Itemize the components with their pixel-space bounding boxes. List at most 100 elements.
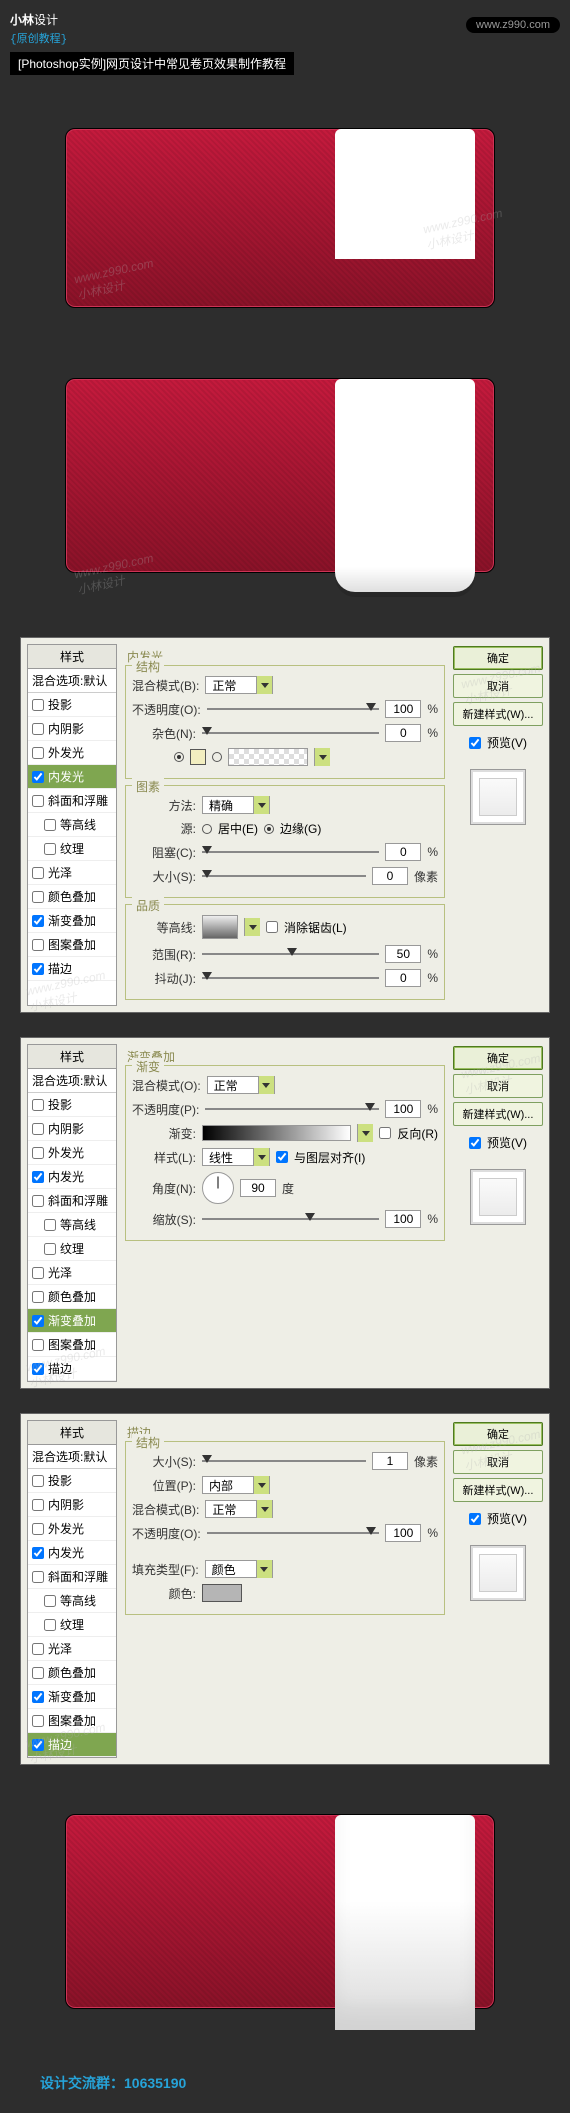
panel-title: 描边 (123, 1420, 447, 1441)
style-inner-shadow[interactable]: 内阴影 (28, 717, 116, 741)
antialias-checkbox[interactable] (266, 921, 278, 933)
size-slider[interactable] (202, 869, 366, 883)
blend-mode-dropdown[interactable]: 正常 (205, 1500, 273, 1518)
source-edge-radio[interactable] (264, 824, 274, 834)
layer-style-dialog-gradient-overlay: 样式 混合选项:默认 投影 内阴影 外发光 内发光 斜面和浮雕 等高线 纹理 光… (20, 1037, 550, 1389)
cancel-button[interactable]: 取消 (453, 1450, 543, 1474)
angle-input[interactable]: 90 (240, 1179, 276, 1197)
range-input[interactable]: 50 (385, 945, 421, 963)
range-slider[interactable] (202, 947, 379, 961)
logo-thin: 设计 (34, 13, 58, 27)
chevron-down-icon[interactable] (253, 1148, 269, 1166)
stroke-color-swatch[interactable] (202, 1584, 242, 1602)
panel-title: 渐变叠加 (123, 1044, 447, 1065)
style-contour[interactable]: 等高线 (28, 813, 116, 837)
style-gradient-overlay[interactable]: 渐变叠加 (28, 909, 116, 933)
choke-slider[interactable] (202, 845, 379, 859)
style-pattern-overlay[interactable]: 图案叠加 (28, 933, 116, 957)
chevron-down-icon[interactable] (357, 1124, 373, 1142)
ok-button[interactable]: 确定 (453, 646, 543, 670)
styles-list: 样式 混合选项:默认 投影 内阴影 外发光 内发光 斜面和浮雕 等高线 纹理 光… (27, 1420, 117, 1758)
ok-button[interactable]: 确定 (453, 1046, 543, 1070)
cancel-button[interactable]: 取消 (453, 674, 543, 698)
chevron-down-icon[interactable] (256, 1560, 272, 1578)
style-drop-shadow[interactable]: 投影 (28, 693, 116, 717)
preview-stage-1: www.z990.com小林设计 www.z990.com小林设计 (35, 103, 535, 333)
footer-text: 设计交流群：10635190 (40, 2075, 186, 2091)
chevron-down-icon[interactable] (256, 676, 272, 694)
technique-dropdown[interactable]: 精确 (202, 796, 270, 814)
gradient-radio[interactable] (212, 752, 222, 762)
new-style-button[interactable]: 新建样式(W)... (453, 1102, 543, 1126)
preview-checkbox[interactable] (469, 1513, 481, 1525)
ok-button[interactable]: 确定 (453, 1422, 543, 1446)
style-dropdown[interactable]: 线性 (202, 1148, 270, 1166)
preview-stage-3 (35, 1789, 535, 2039)
color-radio[interactable] (174, 752, 184, 762)
style-color-overlay[interactable]: 颜色叠加 (28, 885, 116, 909)
color-swatch[interactable] (190, 749, 206, 765)
scale-input[interactable]: 100 (385, 1210, 421, 1228)
preview-swatch (470, 1545, 526, 1601)
jitter-slider[interactable] (202, 971, 379, 985)
size-slider[interactable] (202, 1454, 366, 1468)
header: 小林设计 {原创教程} www.z990.com (0, 0, 570, 50)
chevron-down-icon[interactable] (253, 796, 269, 814)
logo-sub: {原创教程} (10, 30, 67, 46)
url-pill: www.z990.com (466, 17, 560, 33)
layer-style-dialog-inner-glow: 样式 混合选项:默认 投影 内阴影 外发光 内发光 斜面和浮雕 等高线 纹理 光… (20, 637, 550, 1013)
style-outer-glow[interactable]: 外发光 (28, 741, 116, 765)
reverse-checkbox[interactable] (379, 1127, 391, 1139)
page-title: [Photoshop实例]网页设计中常见卷页效果制作教程 (10, 52, 294, 75)
style-satin[interactable]: 光泽 (28, 861, 116, 885)
style-bevel[interactable]: 斜面和浮雕 (28, 789, 116, 813)
style-inner-glow[interactable]: 内发光 (28, 765, 116, 789)
preview-checkbox[interactable] (469, 1137, 481, 1149)
blend-options[interactable]: 混合选项:默认 (28, 669, 116, 693)
choke-input[interactable]: 0 (385, 843, 421, 861)
styles-title: 样式 (28, 645, 116, 669)
size-input[interactable]: 0 (372, 867, 408, 885)
opacity-input[interactable]: 100 (385, 700, 421, 718)
size-input[interactable]: 1 (372, 1452, 408, 1470)
logo-main: 小林 (10, 13, 34, 27)
position-dropdown[interactable]: 内部 (202, 1476, 270, 1494)
preview-checkbox[interactable] (469, 737, 481, 749)
noise-slider[interactable] (202, 726, 379, 740)
opacity-input[interactable]: 100 (385, 1524, 421, 1542)
new-style-button[interactable]: 新建样式(W)... (453, 1478, 543, 1502)
scale-slider[interactable] (202, 1212, 379, 1226)
layer-style-dialog-stroke: 样式 混合选项:默认 投影 内阴影 外发光 内发光 斜面和浮雕 等高线 纹理 光… (20, 1413, 550, 1765)
gradient-picker[interactable] (202, 1125, 351, 1141)
chevron-down-icon[interactable] (244, 918, 260, 936)
fill-type-dropdown[interactable]: 颜色 (205, 1560, 273, 1578)
opacity-slider[interactable] (207, 702, 380, 716)
chevron-down-icon[interactable] (314, 748, 330, 766)
cancel-button[interactable]: 取消 (453, 1074, 543, 1098)
opacity-input[interactable]: 100 (385, 1100, 421, 1118)
panel-title: 内发光 (123, 644, 447, 665)
opacity-slider[interactable] (205, 1102, 379, 1116)
noise-input[interactable]: 0 (385, 724, 421, 742)
style-stroke[interactable]: 描边 (28, 957, 116, 981)
preview-swatch (470, 769, 526, 825)
align-checkbox[interactable] (276, 1151, 288, 1163)
blend-mode-dropdown[interactable]: 正常 (207, 1076, 275, 1094)
styles-list: 样式 混合选项:默认 投影 内阴影 外发光 内发光 斜面和浮雕 等高线 纹理 光… (27, 1044, 117, 1382)
source-center-radio[interactable] (202, 824, 212, 834)
blend-mode-dropdown[interactable]: 正常 (205, 676, 273, 694)
styles-list: 样式 混合选项:默认 投影 内阴影 外发光 内发光 斜面和浮雕 等高线 纹理 光… (27, 644, 117, 1006)
jitter-input[interactable]: 0 (385, 969, 421, 987)
preview-stage-2: www.z990.com小林设计 (35, 353, 535, 613)
contour-picker[interactable] (202, 915, 238, 939)
opacity-slider[interactable] (207, 1526, 380, 1540)
chevron-down-icon[interactable] (256, 1500, 272, 1518)
angle-dial[interactable] (202, 1172, 234, 1204)
chevron-down-icon[interactable] (253, 1476, 269, 1494)
new-style-button[interactable]: 新建样式(W)... (453, 702, 543, 726)
style-texture[interactable]: 纹理 (28, 837, 116, 861)
chevron-down-icon[interactable] (258, 1076, 274, 1094)
gradient-swatch[interactable] (228, 748, 308, 766)
footer: 设计交流群：10635190 (0, 2059, 570, 2113)
preview-swatch (470, 1169, 526, 1225)
